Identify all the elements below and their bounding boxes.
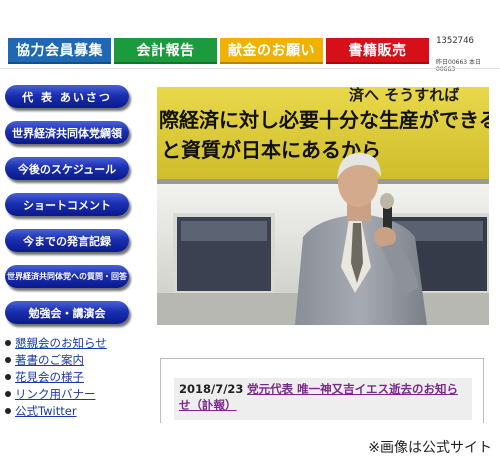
sidemenu-greeting-button[interactable]: 代 表 あいさつ [5, 85, 129, 108]
topnav-donation-button[interactable]: 献金のお願い [220, 38, 323, 64]
link-item[interactable]: リンク用バナー [5, 385, 155, 402]
link-item[interactable]: 懇親会のお知らせ [5, 334, 155, 351]
sidemenu-schedule-button[interactable]: 今後のスケジュール [5, 157, 129, 180]
side-menu: 代 表 あいさつ 世界経済共同体党綱領 今後のスケジュール ショートコメント 今… [5, 85, 132, 337]
sidemenu-statement-record-button[interactable]: 今までの発言記録 [5, 229, 129, 252]
sidemenu-study-session-button[interactable]: 勉強会・講演会 [5, 301, 129, 324]
visitor-counter: 1352746 [436, 36, 474, 46]
image-source-caption: ※画像は公式サイト [368, 440, 492, 456]
sidemenu-platform-button[interactable]: 世界経済共同体党綱領 [5, 121, 129, 144]
speech-scene-illustration: 済へ そうすれば 際経済に対し必要十分な生産ができる と資質が日本にあるから [157, 87, 489, 325]
news-date: 2018/7/23 [179, 382, 244, 396]
website-frame: 協力会員募集 会計報告 献金のお願い 書籍販売 1352746 昨日00663 … [0, 0, 500, 423]
topnav-member-recruit-button[interactable]: 協力会員募集 [8, 38, 111, 64]
banner-text-line1: 際経済に対し必要十分な生産ができる [159, 108, 489, 132]
bullet-icon [5, 390, 11, 397]
news-box: 2018/7/23 党元代表 唯一神又吉イエス逝去のお知らせ（訃報） [160, 358, 484, 423]
sidemenu-qa-button[interactable]: 世界経済共同体党への質問・回答 [5, 265, 129, 288]
bullet-icon [5, 407, 11, 414]
link-item[interactable]: 花見会の様子 [5, 368, 155, 385]
bullet-icon [5, 339, 11, 346]
sidemenu-short-comment-button[interactable]: ショートコメント [5, 193, 129, 216]
news-item: 2018/7/23 党元代表 唯一神又吉イエス逝去のお知らせ（訃報） [174, 378, 472, 420]
link-item[interactable]: 著書のご案内 [5, 351, 155, 368]
link-item[interactable]: 公式Twitter [5, 402, 155, 419]
visitor-counter-sub: 昨日00663 本日00663 [436, 59, 481, 73]
header-divider [0, 68, 500, 69]
topnav-accounting-report-button[interactable]: 会計報告 [114, 38, 217, 64]
top-nav: 協力会員募集 会計報告 献金のお願い 書籍販売 [8, 38, 429, 64]
bullet-icon [5, 356, 11, 363]
bullet-icon [5, 373, 11, 380]
topnav-book-sales-button[interactable]: 書籍販売 [326, 38, 429, 64]
main-photo: 済へ そうすれば 際経済に対し必要十分な生産ができる と資質が日本にあるから [157, 87, 489, 325]
text-links: 懇親会のお知らせ 著書のご案内 花見会の様子 リンク用バナー 公式Twitter [5, 334, 155, 419]
banner-text-top: 済へ そうすれば [349, 87, 459, 104]
